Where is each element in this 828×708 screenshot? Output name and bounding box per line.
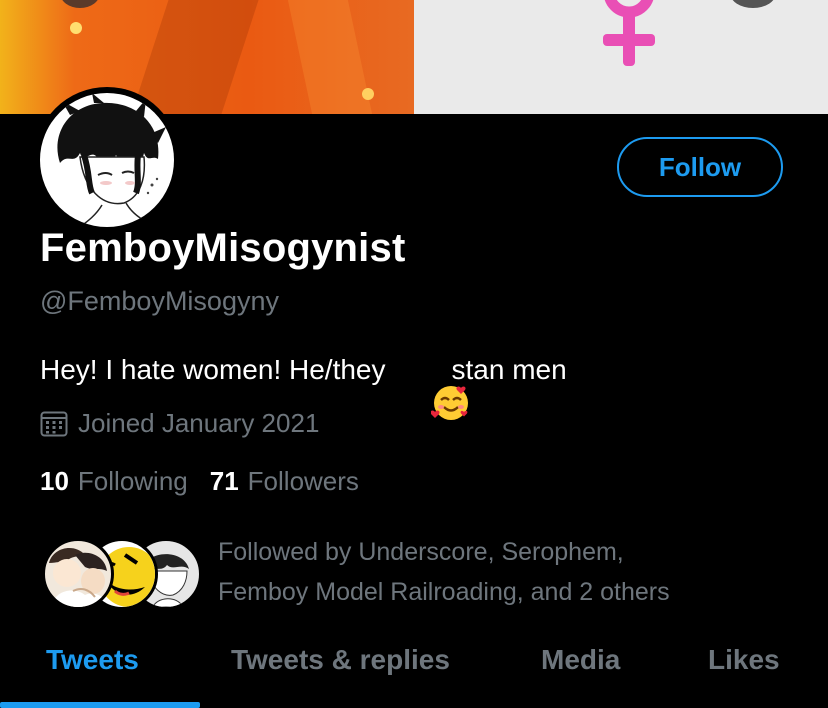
followed-by-line: Femboy Model Railroading, and 2 others [218, 578, 670, 606]
bio: Hey! I hate women! He/they stan men [40, 350, 567, 420]
banner-jacket-button [70, 22, 82, 34]
profile-tabs: Tweets Tweets & replies Media Likes [0, 640, 828, 708]
avatar[interactable] [34, 87, 180, 233]
active-tab-indicator [0, 702, 200, 708]
tab-media[interactable]: Media [541, 644, 620, 676]
followers-count: 71 [209, 466, 239, 496]
user-handle: @FemboyMisogyny [40, 286, 279, 316]
banner-fold [131, 0, 259, 114]
followed-by-text[interactable]: Followed by Underscore, Serophem, Femboy… [218, 532, 670, 612]
tab-tweets[interactable]: Tweets [46, 644, 139, 676]
followed-by-line: Followed by Underscore, Serophem, [218, 538, 624, 566]
joined-text: Joined January 2021 [78, 408, 320, 438]
display-name: FemboyMisogynist [40, 226, 406, 270]
follower-avatar [42, 538, 114, 610]
banner-shadow-shape [60, 0, 100, 8]
followers-link[interactable]: 71 Followers [210, 466, 359, 497]
follow-button[interactable]: Follow [617, 137, 783, 197]
joined-date: Joined January 2021 [40, 408, 319, 439]
banner-photo-venus-symbol [414, 0, 828, 114]
following-count: 10 [40, 466, 69, 496]
banner-jacket-button [362, 88, 374, 100]
followers-label: Followers [247, 466, 359, 496]
avatar-drawing [57, 93, 166, 227]
calendar-icon [40, 411, 68, 437]
banner-photo-orange-jacket [0, 0, 414, 114]
follow-stats: 10 Following 71 Followers [40, 466, 359, 497]
venus-symbol-icon [603, 0, 655, 66]
tab-likes[interactable]: Likes [708, 644, 780, 676]
smiling-face-with-hearts-icon [400, 350, 468, 420]
bio-text: Hey! I hate women! He/they [40, 354, 386, 385]
avatar-image [40, 93, 174, 227]
banner-shadow-shape [730, 0, 776, 8]
followed-by-avatars[interactable] [40, 538, 202, 610]
banner-fold [287, 0, 373, 114]
following-link[interactable]: 10 Following [40, 466, 188, 497]
following-label: Following [77, 466, 188, 496]
tab-tweets-replies[interactable]: Tweets & replies [231, 644, 450, 676]
